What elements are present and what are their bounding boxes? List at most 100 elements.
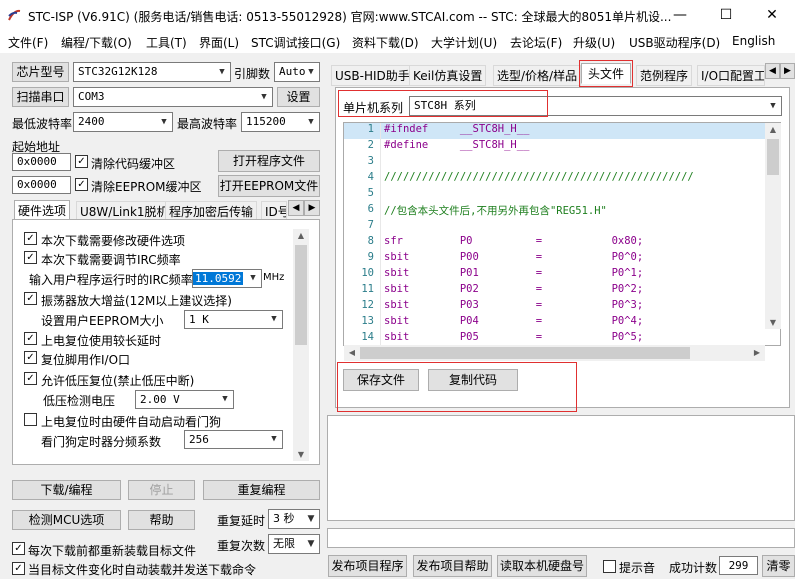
tab-selection-price[interactable]: 选型/价格/样品 [493,65,582,86]
opt-auto-watchdog-checkbox[interactable] [24,413,37,426]
eeprom-address-input[interactable]: 0x0000 [12,176,71,194]
tab-scroll-left-icon[interactable]: ◀ [765,63,780,79]
opt-modify-hardware-label: 本次下载需要修改硬件选项 [41,234,186,248]
opt-low-voltage-reset-checkbox[interactable]: ✓ [24,372,37,385]
tab-usb-hid[interactable]: USB-HID助手 [331,65,414,86]
scroll-up-icon[interactable]: ▲ [293,231,309,240]
header-code-view[interactable]: 1 #ifndef __STC8H_H__ 2 #define __STC8H_H_… [343,122,781,346]
reprogram-button[interactable]: 重复编程 [203,480,320,500]
opt-modify-hardware-checkbox[interactable]: ✓ [24,232,37,245]
chevron-down-icon: ▼ [161,117,167,127]
read-disk-id-button[interactable]: 读取本机硬盘号 [497,555,587,577]
auto-load-label: 当目标文件变化时自动装载并发送下载命令 [28,563,257,577]
scroll-down-icon[interactable]: ▼ [765,318,781,327]
publish-program-button[interactable]: 发布项目程序 [328,555,407,577]
scrollbar-thumb[interactable] [360,347,690,359]
tab-scroll-left-icon[interactable]: ◀ [288,200,304,216]
chevron-down-icon: ▼ [261,92,267,102]
scroll-right-icon[interactable]: ▶ [751,348,763,357]
menu-forum[interactable]: 去论坛(F) [510,34,562,51]
irc-frequency-select[interactable]: 11.0592 ▼ [192,269,262,288]
help-button[interactable]: 帮助 [128,510,195,530]
reload-before-download-checkbox[interactable]: ✓ [12,542,25,555]
scroll-left-icon[interactable]: ◀ [346,348,358,357]
code-line: 6//包含本头文件后,不用另外再包含"REG51.H" [367,203,607,217]
settings-button[interactable]: 设置 [277,87,320,107]
opt-long-reset-checkbox[interactable]: ✓ [24,332,37,345]
opt-osc-gain-checkbox[interactable]: ✓ [24,292,37,305]
scroll-down-icon[interactable]: ▼ [293,450,309,459]
tab-hardware-options[interactable]: 硬件选项 [14,200,71,221]
max-baud-label: 最高波特率 [177,117,238,131]
code-line: 4///////////////////////////////////////… [367,171,694,183]
clear-eeprom-checkbox[interactable]: ✓ [75,178,88,191]
menu-tools[interactable]: 工具(T) [146,34,187,51]
menu-bar: 文件(F) 编程/下载(O) 工具(T) 界面(L) STC调试接口(G) 资料… [0,31,795,53]
close-icon[interactable]: ✕ [749,0,795,31]
opt-low-voltage-reset-label: 允许低压复位(禁止低压中断) [41,374,195,388]
open-program-button[interactable]: 打开程序文件 [218,150,320,172]
chip-type-select[interactable]: STC32G12K128 ▼ [73,62,231,82]
code-address-input[interactable]: 0x0000 [12,153,71,171]
repeat-delay-label: 重复延时 [217,514,266,528]
auto-load-checkbox[interactable]: ✓ [12,562,25,575]
repeat-delay-select[interactable]: 3 秒 ▼ [268,509,320,529]
menu-downloads[interactable]: 资料下载(D) [352,34,419,51]
clear-count-button[interactable]: 清零 [762,555,795,577]
menu-university[interactable]: 大学计划(U) [431,34,497,51]
opt-adjust-irc-checkbox[interactable]: ✓ [24,251,37,264]
lvd-voltage-select[interactable]: 2.00 V ▼ [135,390,234,409]
min-baud-select[interactable]: 2400 ▼ [73,112,173,132]
download-program-button[interactable]: 下载/编程 [12,480,121,500]
stop-button[interactable]: 停止 [128,480,195,500]
menu-debug[interactable]: STC调试接口(G) [251,34,340,51]
opt-osc-gain-label: 振荡器放大增益(12M以上建议选择) [41,294,232,308]
code-line: 12 sbit P03 = P0^3; [361,299,644,311]
app-logo-icon [8,9,21,22]
code-vertical-scrollbar[interactable]: ▲ ▼ [765,123,781,329]
maximize-icon[interactable]: ☐ [703,0,749,31]
sound-label: 提示音 [619,561,656,575]
options-scrollbar[interactable]: ▲ ▼ [293,229,309,461]
tab-scroll-right-icon[interactable]: ▶ [780,63,795,79]
tab-scroll-right-icon[interactable]: ▶ [304,200,320,216]
code-line: 8 sfr P0 = 0x80; [367,235,644,247]
code-horizontal-scrollbar[interactable]: ◀ ▶ [344,345,765,361]
eeprom-size-select[interactable]: 1 K ▼ [184,310,283,329]
pin-count-select[interactable]: Auto ▼ [274,62,320,82]
scrollbar-thumb[interactable] [295,245,307,345]
lvd-voltage-label: 低压检测电压 [43,394,116,408]
wdt-divider-select[interactable]: 256 ▼ [184,430,283,449]
menu-english[interactable]: English [732,34,775,48]
menu-usb-driver[interactable]: USB驱动程序(D) [629,34,720,51]
menu-upgrade[interactable]: 升级(U) [573,34,615,51]
repeat-count-select[interactable]: 无限 ▼ [268,534,320,554]
scroll-up-icon[interactable]: ▲ [765,125,781,134]
clear-code-label: 清除代码缓冲区 [91,157,176,171]
tab-io-config[interactable]: I/O口配置工 [697,65,765,86]
code-line: 13 sbit P04 = P0^4; [361,315,644,327]
code-line: 2 #define __STC8H_H__ [367,139,530,151]
menu-interface[interactable]: 界面(L) [199,34,239,51]
menu-program-download[interactable]: 编程/下载(O) [61,34,132,51]
tab-example-programs[interactable]: 范例程序 [636,65,693,86]
clear-code-checkbox[interactable]: ✓ [75,155,88,168]
scan-port-button[interactable]: 扫描串口 [12,87,69,107]
tab-keil-emulation[interactable]: Keil仿真设置 [409,65,487,86]
port-select[interactable]: COM3 ▼ [73,87,273,107]
code-line: 10 sbit P01 = P0^1; [361,267,644,279]
menu-file[interactable]: 文件(F) [8,34,48,51]
eeprom-size-label: 设置用户EEPROM大小 [41,314,164,328]
scrollbar-thumb[interactable] [767,139,779,175]
detect-mcu-button[interactable]: 检测MCU选项 [12,510,121,530]
wdt-divider-label: 看门狗定时器分频系数 [41,435,162,449]
open-eeprom-button[interactable]: 打开EEPROM文件 [218,175,320,197]
sound-checkbox[interactable] [603,560,616,573]
pin-count-label: 引脚数 [234,67,271,81]
max-baud-select[interactable]: 115200 ▼ [241,112,320,132]
output-log-area[interactable] [327,415,795,521]
publish-help-button[interactable]: 发布项目帮助 [413,555,492,577]
opt-reset-io-checkbox[interactable]: ✓ [24,351,37,364]
chevron-down-icon: ▼ [271,314,277,324]
minimize-icon[interactable]: — [657,0,703,31]
